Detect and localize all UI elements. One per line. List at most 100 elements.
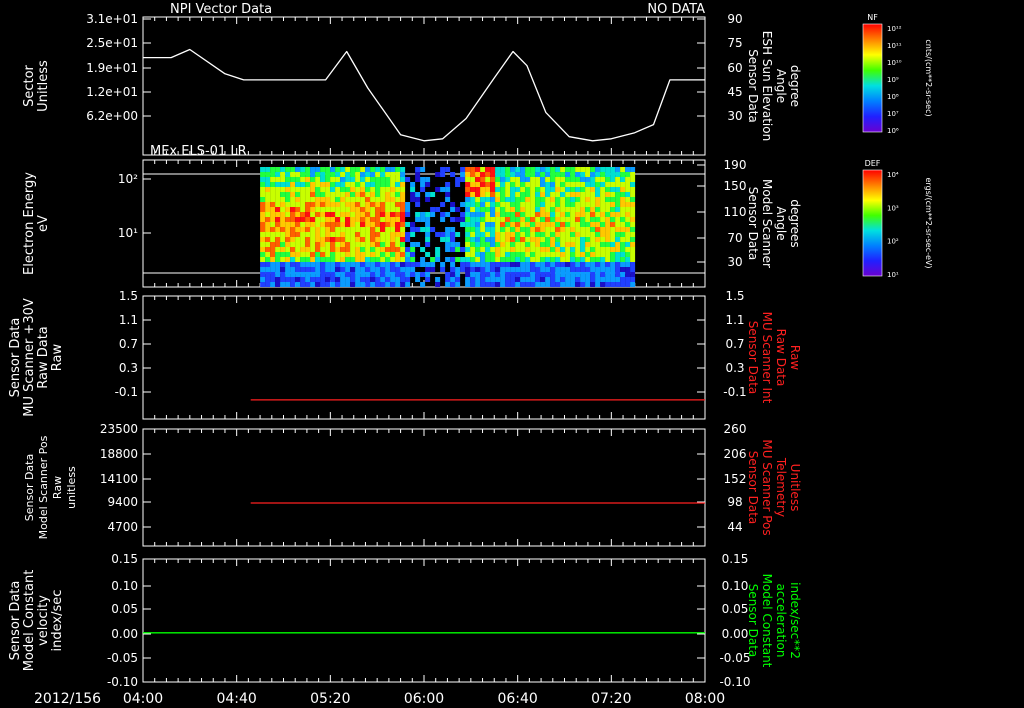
spectrogram-cell <box>575 212 581 217</box>
spectrogram-cell <box>470 272 476 277</box>
spectrogram-cell <box>350 222 356 227</box>
spectrogram-cell <box>370 227 376 232</box>
spectrogram-cell <box>315 192 321 197</box>
spectrogram-cell <box>355 252 361 257</box>
spectrogram-cell <box>600 252 606 257</box>
spectrogram-cell <box>410 192 416 197</box>
spectrogram-cell <box>330 202 336 207</box>
spectrogram-cell <box>350 182 356 187</box>
y-left-label: MU Scanner +30V <box>22 298 37 417</box>
spectrogram-cell <box>410 232 416 237</box>
spectrogram-cell <box>510 277 516 282</box>
spectrogram-cell <box>260 232 266 237</box>
spectrogram-cell <box>500 257 506 262</box>
y-right-tick-label: 75 <box>727 36 742 50</box>
spectrogram-cell <box>420 177 426 182</box>
spectrogram-cell <box>440 217 446 222</box>
spectrogram-cell <box>265 202 271 207</box>
spectrogram-cell <box>475 227 481 232</box>
spectrogram-cell <box>425 227 431 232</box>
spectrogram-cell <box>585 197 591 202</box>
y-right-label: Sensor Data <box>746 187 760 261</box>
spectrogram-cell <box>500 187 506 192</box>
spectrogram-cell <box>530 222 536 227</box>
spectrogram-cell <box>300 262 306 267</box>
spectrogram-cell <box>380 227 386 232</box>
spectrogram-cell <box>435 282 441 287</box>
spectrogram-cell <box>355 242 361 247</box>
y-right-tick-label: 0.15 <box>722 552 749 566</box>
spectrogram-cell <box>485 207 491 212</box>
spectrogram-cell <box>295 247 301 252</box>
spectrogram-cell <box>275 257 281 262</box>
spectrogram-cell <box>470 242 476 247</box>
spectrogram-cell <box>385 187 391 192</box>
spectrogram-cell <box>375 167 381 172</box>
spectrogram-cell <box>575 227 581 232</box>
spectrogram-cell <box>280 167 286 172</box>
spectrogram-cell <box>445 182 451 187</box>
spectrogram-cell <box>525 237 531 242</box>
spectrogram-cell <box>290 282 296 287</box>
y-left-tick-label: 23500 <box>100 422 138 436</box>
spectrogram-cell <box>490 202 496 207</box>
spectrogram-cell <box>405 257 411 262</box>
spectrogram-cell <box>265 267 271 272</box>
spectrogram-cell <box>525 242 531 247</box>
spectrogram-cell <box>590 247 596 252</box>
spectrogram-cell <box>605 282 611 287</box>
spectrogram-cell <box>555 217 561 222</box>
spectrogram-cell <box>515 272 521 277</box>
spectrogram-cell <box>615 242 621 247</box>
spectrogram-cell <box>485 192 491 197</box>
spectrogram-cell <box>630 247 636 252</box>
spectrogram-cell <box>405 262 411 267</box>
spectrogram-cell <box>350 237 356 242</box>
spectrogram-cell <box>395 177 401 182</box>
spectrogram-cell <box>310 227 316 232</box>
spectrogram-cell <box>495 187 501 192</box>
spectrogram-cell <box>470 267 476 272</box>
spectrogram-cell <box>590 257 596 262</box>
spectrogram-cell <box>320 282 326 287</box>
spectrogram-cell <box>460 247 466 252</box>
spectrogram-cell <box>610 212 616 217</box>
spectrogram-cell <box>360 257 366 262</box>
spectrogram-cell <box>580 207 586 212</box>
spectrogram-cell <box>590 282 596 287</box>
spectrogram-cell <box>400 207 406 212</box>
spectrogram-cell <box>420 182 426 187</box>
spectrogram-cell <box>520 217 526 222</box>
colorbar-tick-label: 10¹ <box>887 271 899 279</box>
spectrogram-cell <box>370 252 376 257</box>
spectrogram-cell <box>475 252 481 257</box>
spectrogram-cell <box>610 277 616 282</box>
spectrogram-cell <box>490 262 496 267</box>
spectrogram-cell <box>330 207 336 212</box>
spectrogram-cell <box>400 222 406 227</box>
spectrogram-cell <box>345 247 351 252</box>
spectrogram-cell <box>465 212 471 217</box>
spectrogram-cell <box>625 212 631 217</box>
spectrogram-cell <box>490 267 496 272</box>
spectrogram-cell <box>390 247 396 252</box>
spectrogram-cell <box>480 237 486 242</box>
y-right-tick-label: 260 <box>724 422 747 436</box>
spectrogram-cell <box>380 232 386 237</box>
spectrogram-cell <box>465 167 471 172</box>
spectrogram-cell <box>495 172 501 177</box>
spectrogram-cell <box>505 212 511 217</box>
spectrogram-cell <box>295 177 301 182</box>
spectrogram-cell <box>490 247 496 252</box>
spectrogram-cell <box>280 212 286 217</box>
spectrogram-cell <box>475 272 481 277</box>
spectrogram-cell <box>270 237 276 242</box>
spectrogram-cell <box>580 282 586 287</box>
spectrogram-cell <box>575 257 581 262</box>
spectrogram-cell <box>550 237 556 242</box>
spectrogram-cell <box>285 197 291 202</box>
y-left-tick-label: 1.1 <box>119 313 138 327</box>
spectrogram-cell <box>565 227 571 232</box>
spectrogram-cell <box>285 272 291 277</box>
spectrogram-cell <box>535 172 541 177</box>
